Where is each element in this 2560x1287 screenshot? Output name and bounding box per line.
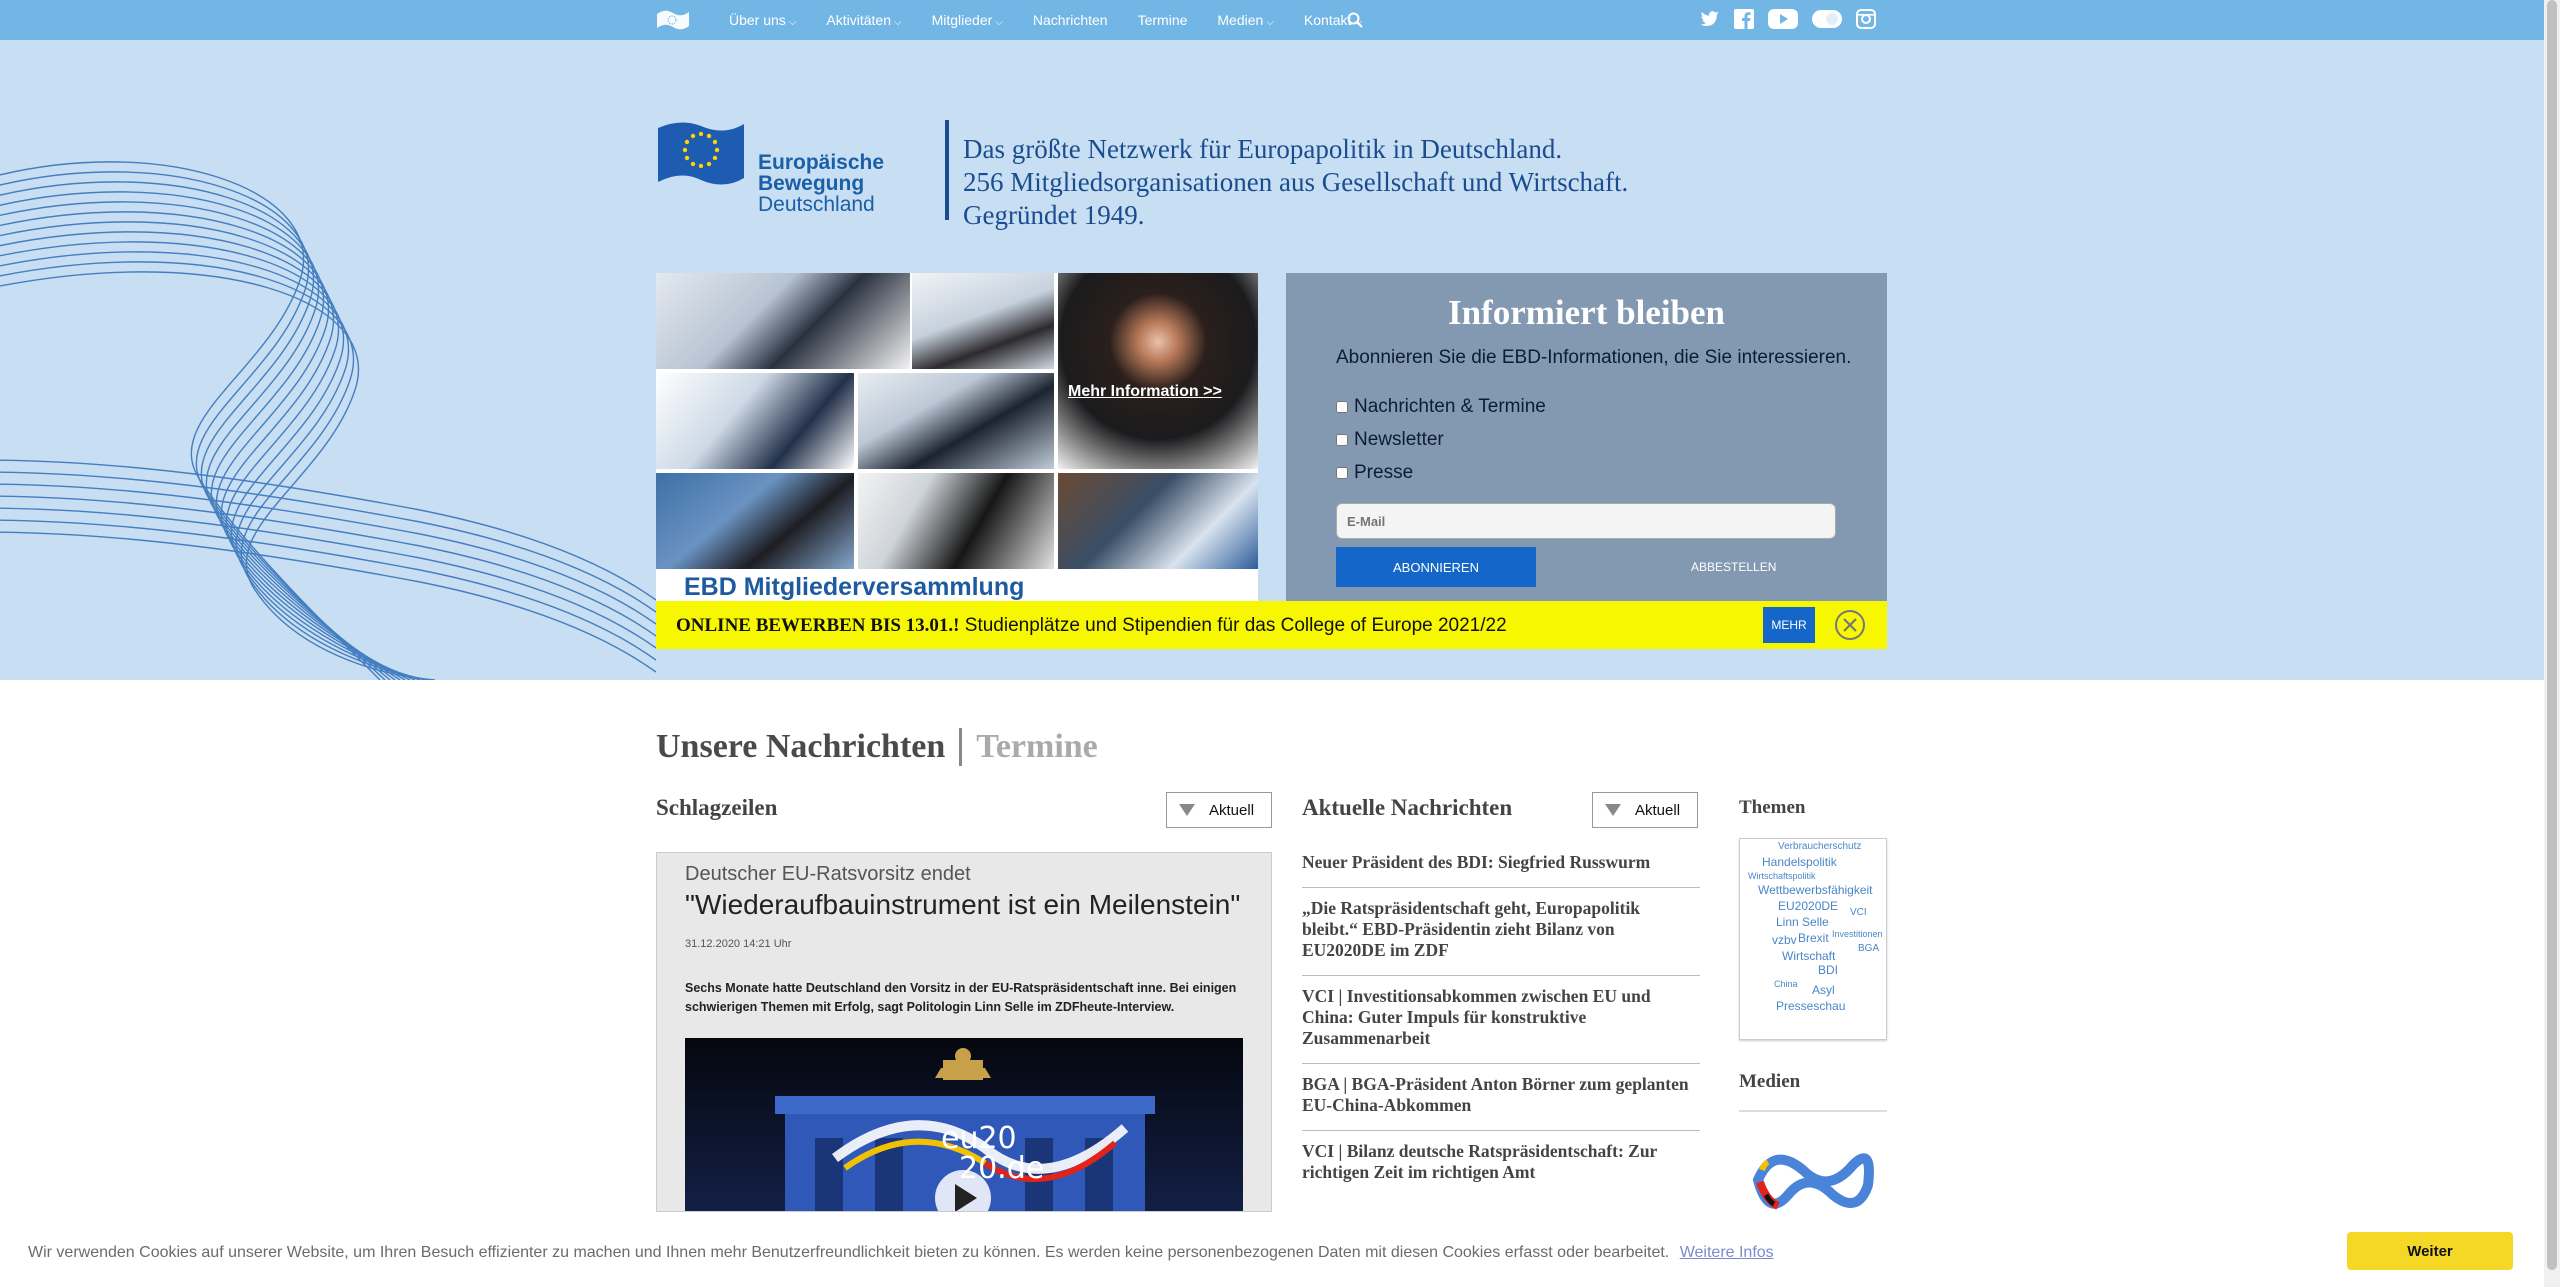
subscribe-button[interactable]: ABONNIEREN: [1336, 547, 1536, 587]
cookie-consent-bar: Wir verwenden Cookies auf unserer Websit…: [0, 1220, 2544, 1287]
nav-item-mitglieder[interactable]: Mitglieder ⌵: [932, 12, 1003, 28]
scrollbar-thumb[interactable]: [2547, 0, 2557, 1270]
nav-item-nachrichten[interactable]: Nachrichten: [1033, 12, 1108, 28]
headline-article-card[interactable]: Deutscher EU-Ratsvorsitz endet "Wiederau…: [656, 852, 1272, 1212]
collage-caption: EBD Mitgliederversammlung: [684, 573, 1025, 601]
themen-title: Themen: [1739, 797, 1806, 818]
eu-flag-logo-icon: [658, 122, 744, 185]
more-information-link[interactable]: Mehr Information >>: [1068, 383, 1222, 401]
news-item[interactable]: VCI | Bilanz deutsche Ratspräsidentschaf…: [1302, 1131, 1700, 1197]
article-kicker: Deutscher EU-Ratsvorsitz endet: [685, 863, 971, 885]
news-filter-dropdown[interactable]: Aktuell: [1592, 792, 1698, 828]
social-links: [1700, 9, 1876, 29]
checkbox-presse[interactable]: [1336, 467, 1348, 479]
facebook-icon[interactable]: [1734, 9, 1754, 29]
top-nav-bar: Über uns ⌵ Aktivitäten ⌵ Mitglieder ⌵ Nachr…: [0, 0, 2544, 40]
tag-link[interactable]: Investitionen: [1832, 929, 1883, 939]
subscribe-title: Informiert bleiben: [1447, 293, 1726, 332]
close-icon[interactable]: [1834, 609, 1866, 641]
checkbox-newsletter[interactable]: [1336, 434, 1348, 446]
tab-unsere-nachrichten[interactable]: Unsere Nachrichten: [656, 728, 963, 766]
eu2020-logo-icon[interactable]: [1748, 1140, 1878, 1220]
photo-tile: [858, 473, 1054, 569]
tag-link[interactable]: Presseschau: [1776, 999, 1845, 1013]
tag-link[interactable]: Brexit: [1798, 931, 1829, 945]
article-lead: Sechs Monate hatte Deutschland den Vorsi…: [685, 981, 1237, 1014]
caret-down-icon: [1605, 804, 1621, 816]
tag-link[interactable]: China: [1774, 979, 1798, 989]
photo-tile: [656, 273, 910, 369]
brand-logo[interactable]: Europäische Bewegung Deutschland: [656, 120, 956, 220]
option-newsletter[interactable]: Newsletter: [1336, 429, 1444, 451]
option-presse[interactable]: Presse: [1336, 462, 1413, 484]
tag-link[interactable]: Wettbewerbsfähigkeit: [1758, 883, 1873, 897]
home-logo-icon[interactable]: [655, 8, 691, 32]
tag-link[interactable]: Verbraucherschutz: [1778, 841, 1861, 852]
article-date: 31.12.2020 14:21 Uhr: [685, 938, 792, 950]
flickr-icon[interactable]: [1812, 10, 1842, 28]
tab-termine[interactable]: Termine: [962, 728, 1098, 766]
tag-link[interactable]: Linn Selle: [1776, 915, 1829, 929]
photo-tile: [1058, 273, 1258, 469]
tag-link[interactable]: Handelspolitik: [1762, 855, 1837, 869]
photo-tile: [1058, 473, 1258, 569]
caret-down-icon: [1179, 804, 1195, 816]
headlines-title: Schlagzeilen: [656, 795, 778, 820]
tag-link[interactable]: EU2020DE: [1778, 899, 1838, 913]
nav-item-aktivitaeten[interactable]: Aktivitäten ⌵: [826, 12, 901, 28]
news-item[interactable]: BGA | BGA-Präsident Anton Börner zum gep…: [1302, 1064, 1700, 1131]
photo-tile: [858, 373, 1054, 469]
brand-name: Europäische Bewegung Deutschland: [758, 151, 885, 216]
banner-more-button[interactable]: MEHR: [1763, 607, 1815, 643]
unsubscribe-button[interactable]: ABBESTELLEN: [1691, 560, 1776, 574]
news-title: Aktuelle Nachrichten: [1302, 795, 1513, 820]
hero-section: Europäische Bewegung Deutschland Das grö…: [0, 40, 2544, 680]
tag-link[interactable]: Wirtschaft: [1782, 949, 1835, 963]
event-collage-teaser[interactable]: Mehr Information >> EBD Mitgliederversam…: [656, 273, 1258, 609]
article-title: "Wiederaufbauinstrument ist ein Meilenst…: [685, 889, 1241, 920]
cookie-more-info-link[interactable]: Weitere Infos: [1680, 1244, 1774, 1261]
tag-cloud: Verbraucherschutz Handelspolitik Wirtsch…: [1739, 838, 1887, 1040]
tag-link[interactable]: VCI: [1850, 907, 1867, 918]
headlines-filter-dropdown[interactable]: Aktuell: [1166, 792, 1272, 828]
medien-divider: [1739, 1110, 1887, 1112]
instagram-icon[interactable]: [1856, 9, 1876, 29]
tag-link[interactable]: Asyl: [1812, 983, 1835, 997]
brand-tagline: Das größte Netzwerk für Europapolitik in…: [945, 120, 1628, 230]
announcement-banner: ONLINE BEWERBEN BIS 13.01.! Studienplätz…: [656, 601, 1887, 649]
photo-tile: [656, 373, 854, 469]
checkbox-nachrichten-termine[interactable]: [1336, 401, 1348, 413]
nav-item-medien[interactable]: Medien ⌵: [1217, 12, 1274, 28]
option-nachrichten-termine[interactable]: Nachrichten & Termine: [1336, 396, 1546, 418]
nav-item-ueber-uns[interactable]: Über uns ⌵: [729, 12, 796, 28]
subscribe-intro: Abonnieren Sie die EBD-Informationen, di…: [1336, 347, 1852, 368]
photo-tile: [656, 473, 854, 569]
tag-link[interactable]: BGA: [1858, 943, 1879, 954]
video-thumbnail-brandenburg-gate: eu20 20.de: [685, 1038, 1243, 1211]
main-menu: Über uns ⌵ Aktivitäten ⌵ Mitglieder ⌵ Nachr…: [729, 0, 1362, 40]
tag-link[interactable]: BDI: [1818, 963, 1838, 977]
news-item[interactable]: VCI | Investitionsabkommen zwischen EU u…: [1302, 976, 1700, 1064]
medien-title: Medien: [1739, 1071, 1801, 1092]
cookie-accept-button[interactable]: Weiter: [2347, 1232, 2513, 1270]
news-item[interactable]: Neuer Präsident des BDI: Siegfried Russw…: [1302, 842, 1700, 888]
tag-link[interactable]: vzbv: [1772, 933, 1797, 947]
news-list: Neuer Präsident des BDI: Siegfried Russw…: [1302, 842, 1700, 1197]
cookie-message: Wir verwenden Cookies auf unserer Websit…: [28, 1244, 1774, 1261]
article-video[interactable]: eu20 20.de: [685, 1038, 1243, 1211]
tag-link[interactable]: Wirtschaftspolitik: [1748, 871, 1816, 881]
search-icon[interactable]: [1346, 11, 1364, 29]
news-section-tabs: Unsere Nachrichten Termine: [656, 728, 1098, 766]
subscribe-panel: Informiert bleiben Abonnieren Sie die EB…: [1286, 273, 1887, 610]
banner-text: ONLINE BEWERBEN BIS 13.01.! Studienplätz…: [676, 615, 1507, 636]
email-field[interactable]: [1336, 503, 1836, 539]
nav-item-termine[interactable]: Termine: [1138, 12, 1188, 28]
youtube-icon[interactable]: [1768, 9, 1798, 29]
news-item[interactable]: „Die Ratspräsidentschaft geht, Europapol…: [1302, 888, 1700, 976]
page-scrollbar[interactable]: [2544, 0, 2560, 1287]
photo-tile: [912, 273, 1054, 369]
twitter-icon[interactable]: [1700, 10, 1720, 28]
